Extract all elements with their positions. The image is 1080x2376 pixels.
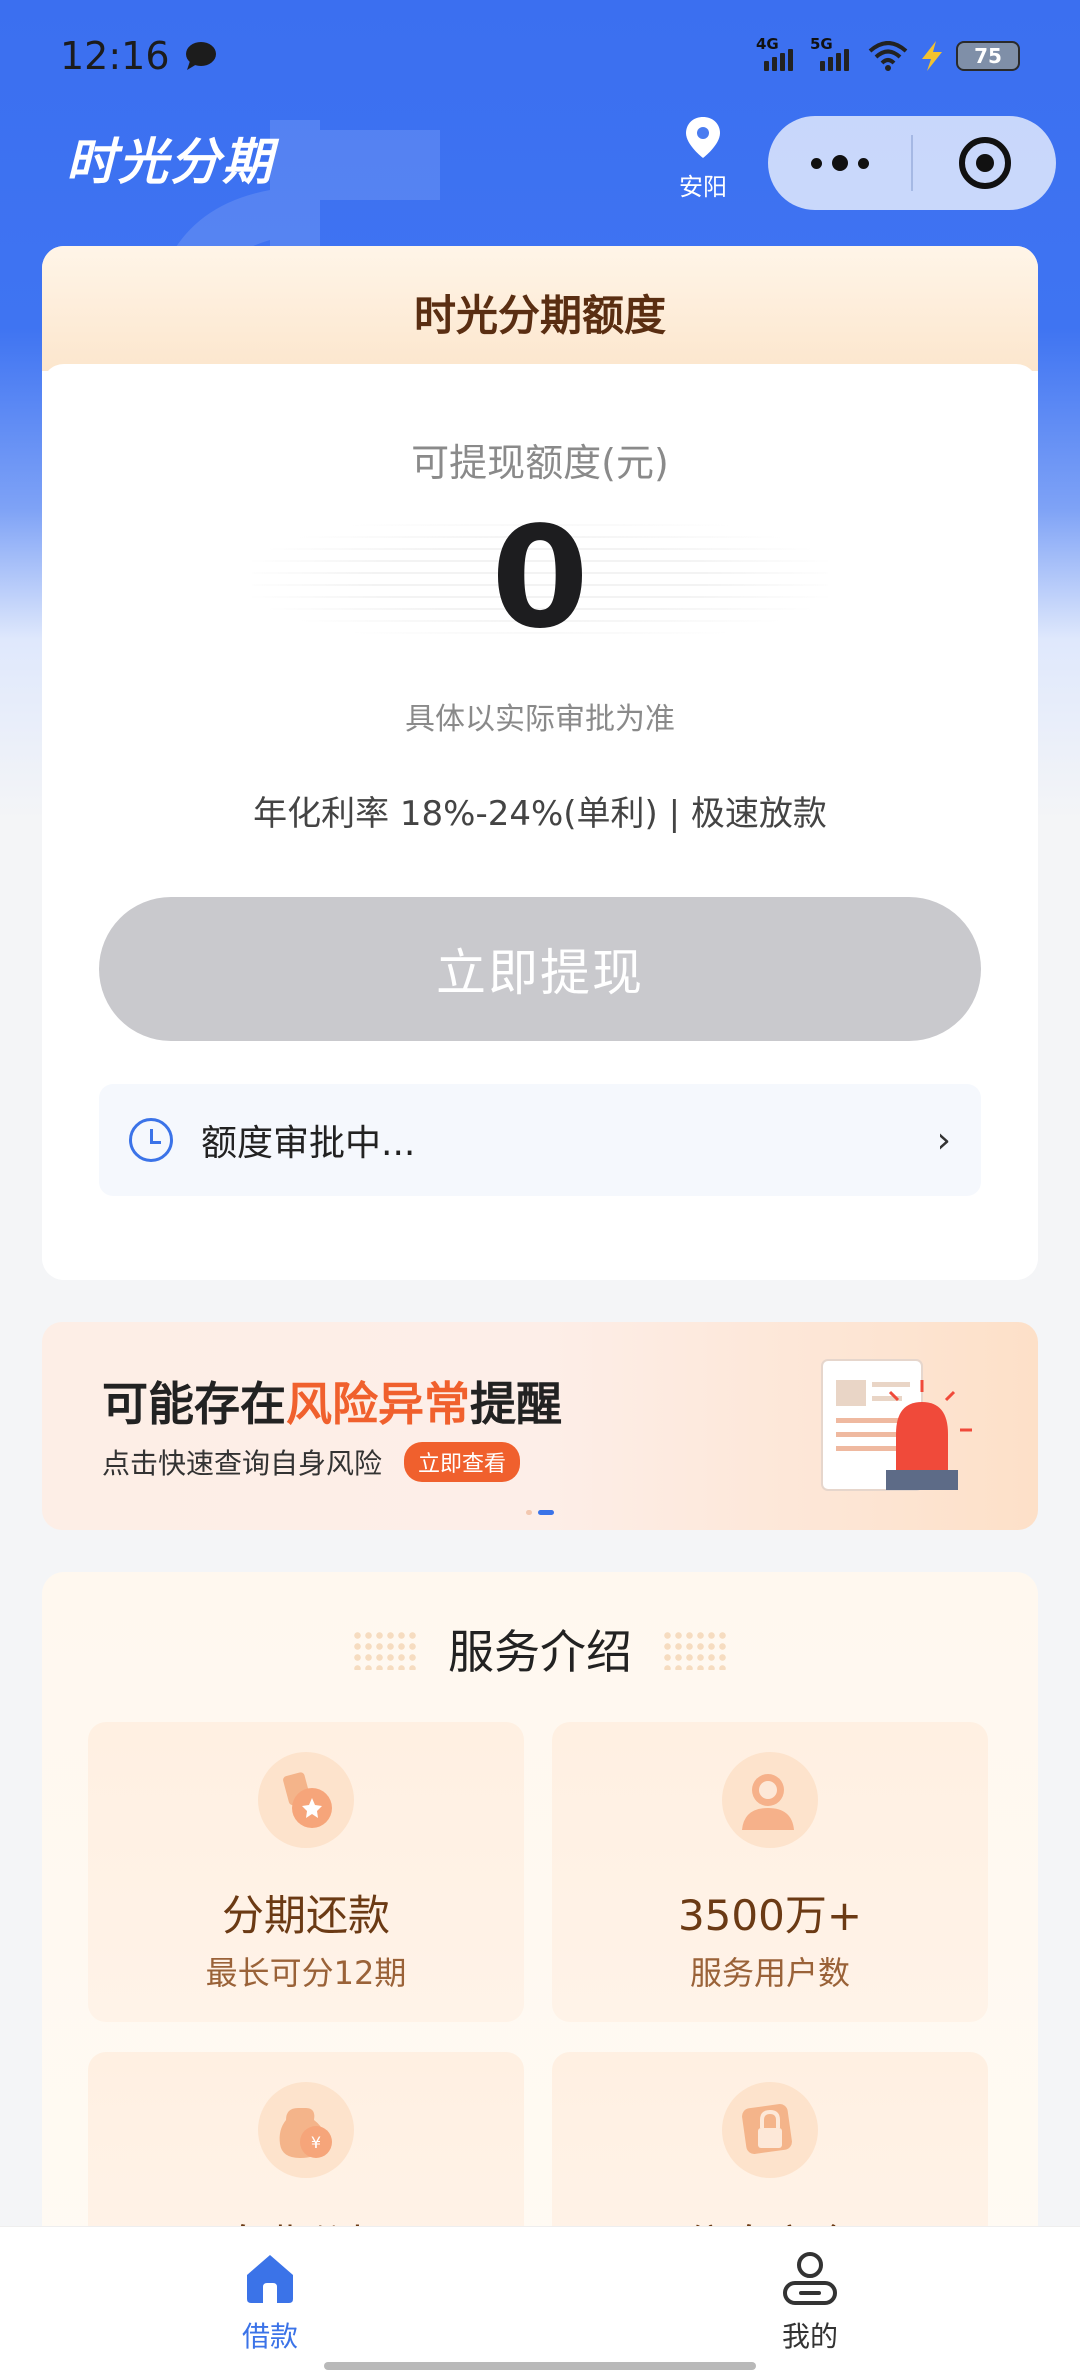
clock-icon bbox=[129, 1118, 173, 1162]
approval-status-text: 额度审批中... bbox=[201, 1123, 416, 1164]
signal-4g-icon: 4G bbox=[756, 35, 800, 71]
tab-label: 借款 bbox=[241, 2320, 298, 2353]
wifi-icon bbox=[868, 41, 908, 71]
status-bar: 12:16 4G 5G 75 bbox=[0, 0, 1080, 112]
app-title: 时光分期 bbox=[66, 133, 274, 191]
tab-label: 我的 bbox=[781, 2320, 838, 2353]
location-city: 安阳 bbox=[679, 173, 727, 201]
medal-icon bbox=[258, 1752, 354, 1848]
approval-status-row[interactable]: 额度审批中... › bbox=[99, 1084, 981, 1196]
user-icon bbox=[722, 1752, 818, 1848]
withdraw-button[interactable]: 立即提现 bbox=[99, 897, 981, 1041]
available-amount-label: 可提现额度(元) bbox=[411, 441, 669, 485]
bottom-tab-bar: 借款 我的 bbox=[0, 2226, 1080, 2376]
service-card-installment: 分期还款 最长可分12期 bbox=[88, 1722, 524, 2022]
charging-bolt-icon bbox=[922, 41, 942, 71]
chevron-right-icon: › bbox=[936, 1119, 951, 1161]
service-card-title: 3500万+ bbox=[677, 1891, 863, 1940]
lock-icon bbox=[722, 2082, 818, 2178]
more-button[interactable] bbox=[768, 116, 911, 210]
risk-alert-banner[interactable]: 可能存在风险异常提醒 点击快速查询自身风险 立即查看 bbox=[42, 1322, 1038, 1530]
battery-indicator: 75 bbox=[956, 41, 1020, 71]
carousel-indicator bbox=[42, 1510, 1038, 1515]
interest-rate-text: 年化利率 18%-24%(单利) | 极速放款 bbox=[253, 794, 827, 834]
home-icon bbox=[247, 2255, 293, 2303]
quota-card-body: 可提现额度(元) 0 具体以实际审批为准 年化利率 18%-24%(单利) | … bbox=[42, 364, 1038, 1280]
service-card-title: 分期还款 bbox=[221, 1891, 390, 1940]
miniprogram-capsule bbox=[768, 116, 1056, 210]
risk-banner-subtitle: 点击快速查询自身风险 立即查看 bbox=[102, 1442, 521, 1482]
quota-card-title: 时光分期额度 bbox=[42, 246, 1038, 371]
tab-mine[interactable]: 我的 bbox=[540, 2227, 1080, 2376]
location-selector[interactable]: 安阳 bbox=[668, 115, 738, 202]
location-pin-icon bbox=[686, 117, 720, 158]
quota-card: 时光分期额度 可提现额度(元) 0 具体以实际审批为准 年化利率 18%-24%… bbox=[42, 246, 1038, 1280]
signal-5g-icon: 5G bbox=[810, 35, 858, 71]
message-bubble-icon bbox=[185, 42, 216, 70]
alarm-document-icon bbox=[821, 1359, 972, 1491]
more-dots-icon bbox=[810, 155, 869, 171]
service-card-subtitle: 服务用户数 bbox=[689, 1954, 850, 1992]
service-card-subtitle: 最长可分12期 bbox=[205, 1954, 407, 1992]
available-amount-value: 0 bbox=[491, 497, 589, 660]
home-indicator bbox=[324, 2362, 756, 2370]
profile-icon bbox=[783, 2252, 837, 2305]
status-time: 12:16 bbox=[60, 34, 170, 78]
svg-text:¥: ¥ bbox=[311, 2133, 321, 2152]
view-now-button[interactable]: 立即查看 bbox=[404, 1442, 521, 1482]
service-intro-title: 服务介绍 bbox=[448, 1625, 632, 1679]
approval-note: 具体以实际审批为准 bbox=[405, 702, 675, 737]
target-icon bbox=[958, 137, 1011, 189]
risk-banner-title: 可能存在风险异常提醒 bbox=[102, 1377, 562, 1431]
tab-loan[interactable]: 借款 bbox=[0, 2227, 540, 2376]
close-miniprogram-button[interactable] bbox=[913, 116, 1056, 210]
service-card-users: 3500万+ 服务用户数 bbox=[552, 1722, 988, 2022]
service-intro-section: 服务介绍 分期还款 最长可分12期 3500万+ 服务用户数 ¥ 息费分担 bbox=[42, 1572, 1038, 2272]
money-bag-icon: ¥ bbox=[258, 2082, 354, 2178]
